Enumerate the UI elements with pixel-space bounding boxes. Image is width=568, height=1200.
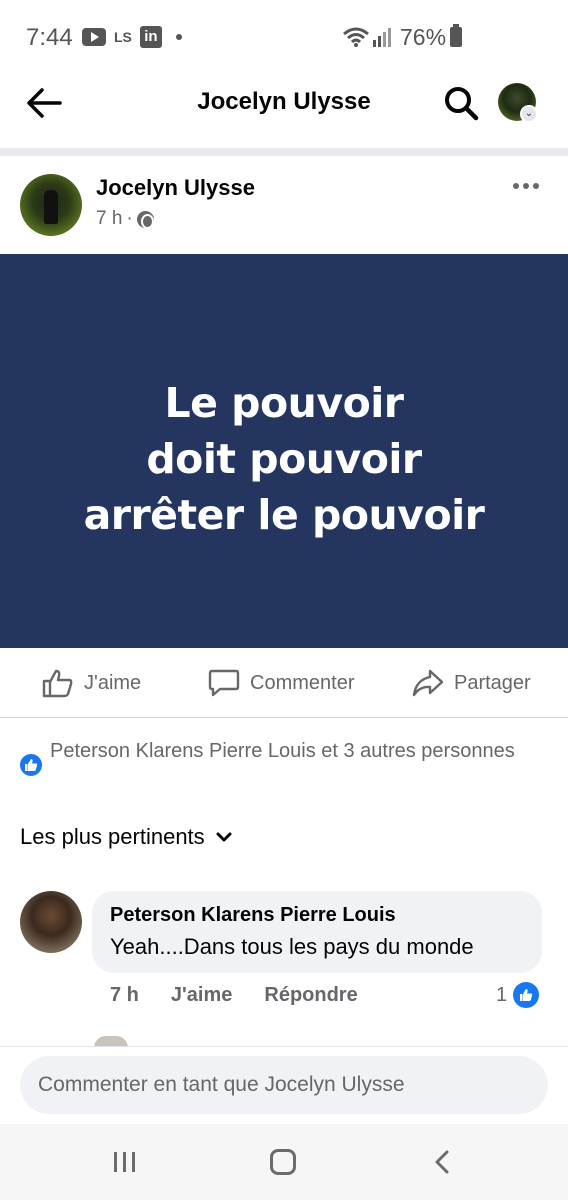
reactions-text: Peterson Klarens Pierre Louis et 3 autre… [50, 740, 515, 762]
commenter-avatar[interactable] [20, 891, 82, 953]
wifi-icon [343, 27, 369, 47]
meta-separator: · [126, 208, 133, 229]
chevron-down-icon[interactable]: ⌄ [520, 105, 538, 123]
search-icon [445, 87, 479, 121]
system-navigation-bar [0, 1124, 568, 1200]
like-reaction-icon [18, 752, 44, 778]
globe-icon [136, 210, 154, 229]
comment-bubble[interactable]: Peterson Klarens Pierre Louis Yeah....Da… [92, 891, 542, 973]
app-header: Jocelyn Ulysse ⌄ [0, 72, 568, 136]
post-author-name[interactable]: Jocelyn Ulysse [96, 175, 255, 201]
like-button[interactable]: J'aime [42, 668, 141, 698]
post-time[interactable]: 7 h [96, 208, 122, 230]
page-title: Jocelyn Ulysse [197, 88, 371, 115]
post-action-bar: J'aime Commenter Partager [0, 650, 568, 718]
more-notifications-icon [175, 34, 182, 40]
dot-icon [513, 183, 519, 189]
ls-icon: LS [114, 29, 132, 45]
signal-icon [373, 28, 391, 47]
comment-sort-dropdown[interactable]: Les plus pertinents [20, 824, 233, 850]
chevron-down-icon [216, 832, 232, 842]
comment-time: 7 h [110, 984, 139, 1006]
comment-text: Yeah....Dans tous les pays du monde [110, 934, 474, 959]
thumbs-up-icon [42, 669, 73, 698]
home-icon[interactable] [270, 1149, 296, 1175]
comment-like-count: 1 [496, 983, 508, 1006]
arrow-left-icon [27, 88, 62, 118]
section-divider [0, 148, 568, 156]
battery-icon [450, 24, 462, 47]
post-image[interactable]: Le pouvoir doit pouvoir arrêter le pouvo… [0, 254, 568, 648]
linkedin-icon: in [139, 26, 162, 48]
recent-apps-icon[interactable] [112, 1150, 138, 1174]
post-image-text: Le pouvoir doit pouvoir arrêter le pouvo… [83, 379, 485, 539]
like-reaction-icon [513, 982, 540, 1008]
comment-like-button[interactable]: J'aime [171, 984, 232, 1007]
more-options-button[interactable] [508, 174, 544, 198]
status-time: 7:44 [26, 24, 73, 51]
back-icon[interactable] [432, 1149, 452, 1175]
like-label: J'aime [84, 671, 142, 694]
sort-label: Les plus pertinents [20, 824, 205, 849]
post-meta: 7 h · [96, 208, 154, 230]
share-button[interactable]: Partager [412, 668, 531, 698]
status-notification-icons: LS in [82, 26, 182, 48]
search-button[interactable] [442, 84, 480, 122]
back-button[interactable] [24, 86, 64, 120]
dot-icon [523, 183, 529, 189]
comment-actions: 7 h J'aime Répondre [110, 984, 358, 1007]
comment-composer: Commenter en tant que Jocelyn Ulysse [0, 1046, 568, 1124]
comment-reactions[interactable]: 1 [496, 982, 540, 1008]
share-icon [412, 669, 444, 697]
comment-button[interactable]: Commenter [208, 668, 354, 698]
dot-icon [533, 183, 539, 189]
comment-icon [208, 669, 240, 697]
comment-reply-button[interactable]: Répondre [264, 984, 357, 1007]
status-bar: 7:44 LS in 76% [0, 0, 568, 72]
comment-input[interactable]: Commenter en tant que Jocelyn Ulysse [20, 1056, 548, 1114]
post-header: Jocelyn Ulysse 7 h · [0, 166, 568, 246]
battery-percent: 76% [400, 24, 447, 50]
youtube-icon [82, 28, 106, 46]
post-author-avatar[interactable] [20, 174, 82, 236]
comment-author[interactable]: Peterson Klarens Pierre Louis [110, 904, 396, 927]
comment-label: Commenter [250, 671, 355, 694]
share-label: Partager [454, 671, 531, 694]
